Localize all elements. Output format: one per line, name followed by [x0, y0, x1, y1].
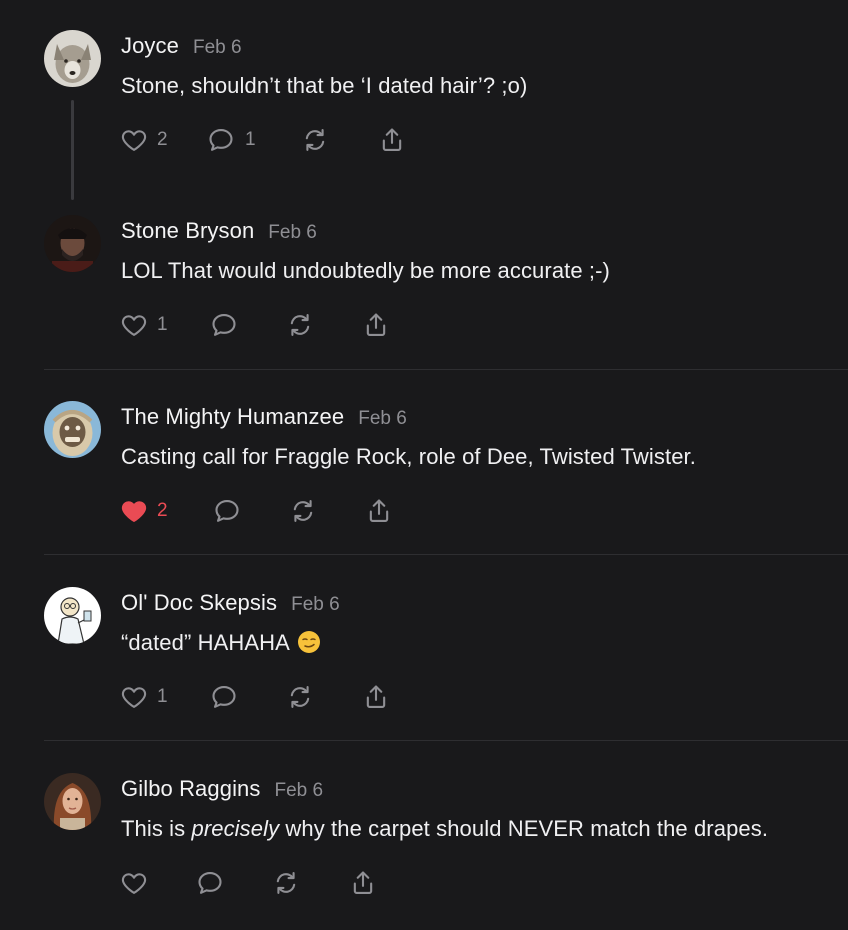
comment-header: The Mighty Humanzee Feb 6: [121, 404, 407, 430]
reply-button[interactable]: [209, 682, 239, 712]
share-button[interactable]: [349, 868, 377, 898]
wolf-avatar-image: [44, 30, 101, 87]
doctor-cartoon-avatar-image: [44, 587, 101, 644]
divider: [44, 369, 848, 370]
reply-button[interactable]: [195, 868, 225, 898]
share-icon: [369, 499, 389, 522]
like-count: 2: [157, 129, 168, 150]
restack-button[interactable]: [271, 868, 301, 898]
heart-icon: [121, 130, 147, 151]
restack-button[interactable]: [300, 125, 330, 155]
comment-date[interactable]: Feb 6: [291, 594, 340, 615]
author-name[interactable]: Stone Bryson: [121, 218, 254, 243]
portrait-avatar-image: [44, 215, 101, 272]
heart-icon: [121, 687, 147, 708]
share-icon: [366, 685, 386, 708]
thread-line: [71, 100, 74, 200]
comment-header: Ol' Doc Skepsis Feb 6: [121, 590, 340, 616]
share-button[interactable]: [378, 125, 406, 155]
share-button[interactable]: [365, 496, 393, 526]
comment-header: Stone Bryson Feb 6: [121, 218, 317, 244]
comment-text: Stone, shouldn’t that be ‘I dated hair’?…: [121, 73, 528, 98]
avatar[interactable]: [44, 215, 101, 272]
reply-count: 1: [245, 129, 256, 150]
comment-text: Casting call for Fraggle Rock, role of D…: [121, 444, 696, 469]
comment-text-emphasis: precisely: [191, 816, 280, 841]
divider: [44, 554, 848, 555]
share-icon: [353, 871, 373, 894]
reply-button[interactable]: [209, 310, 239, 340]
share-icon: [366, 313, 386, 336]
comment-text: “dated” HAHAHA: [121, 630, 321, 656]
avatar[interactable]: [44, 773, 101, 830]
author-name[interactable]: Gilbo Raggins: [121, 776, 261, 801]
restack-icon: [290, 686, 310, 708]
like-count: 2: [157, 500, 168, 521]
reply-button[interactable]: [212, 496, 242, 526]
avatar[interactable]: [44, 401, 101, 458]
comment-header: Gilbo Raggins Feb 6: [121, 776, 323, 802]
avatar[interactable]: [44, 30, 101, 87]
smirking-face-icon: [297, 631, 320, 653]
comment-text-after: why the carpet should NEVER match the dr…: [279, 816, 769, 841]
heart-icon: [121, 873, 147, 894]
restack-icon: [293, 500, 313, 522]
comment-date[interactable]: Feb 6: [268, 222, 317, 243]
comment-date[interactable]: Feb 6: [358, 408, 407, 429]
share-icon: [382, 128, 402, 151]
like-count: 1: [157, 686, 168, 707]
comment-text-content: “dated” HAHAHA: [121, 630, 289, 655]
comment-date[interactable]: Feb 6: [193, 37, 242, 58]
restack-button[interactable]: [288, 496, 318, 526]
reply-button[interactable]: 1: [206, 125, 256, 155]
author-name[interactable]: The Mighty Humanzee: [121, 404, 344, 429]
divider: [44, 740, 848, 741]
heart-filled-icon: [121, 501, 147, 522]
comment-bubble-icon: [215, 500, 239, 522]
restack-button[interactable]: [285, 682, 315, 712]
restack-icon: [305, 129, 325, 151]
creature-avatar-image: [44, 401, 101, 458]
comment-date[interactable]: Feb 6: [275, 780, 324, 801]
like-count: 1: [157, 314, 168, 335]
like-button[interactable]: [120, 868, 148, 898]
comment-bubble-icon: [212, 686, 236, 708]
avatar[interactable]: [44, 587, 101, 644]
comment-text: This is precisely why the carpet should …: [121, 816, 768, 842]
restack-icon: [276, 872, 296, 894]
restack-icon: [290, 314, 310, 336]
like-button[interactable]: 2: [120, 125, 168, 155]
like-button[interactable]: 2: [120, 496, 168, 526]
heart-icon: [121, 315, 147, 336]
comment-text: LOL That would undoubtedly be more accur…: [121, 258, 610, 283]
comment-bubble-icon: [212, 314, 236, 336]
comment-bubble-icon: [209, 129, 233, 151]
comment-header: Joyce Feb 6: [121, 33, 242, 59]
restack-button[interactable]: [285, 310, 315, 340]
like-button[interactable]: 1: [120, 310, 168, 340]
portrait-avatar-image: [44, 773, 101, 830]
like-button[interactable]: 1: [120, 682, 168, 712]
author-name[interactable]: Ol' Doc Skepsis: [121, 590, 277, 615]
comment-bubble-icon: [198, 872, 222, 894]
comment-text-before: This is: [121, 816, 192, 841]
share-button[interactable]: [362, 682, 390, 712]
share-button[interactable]: [362, 310, 390, 340]
author-name[interactable]: Joyce: [121, 33, 179, 58]
